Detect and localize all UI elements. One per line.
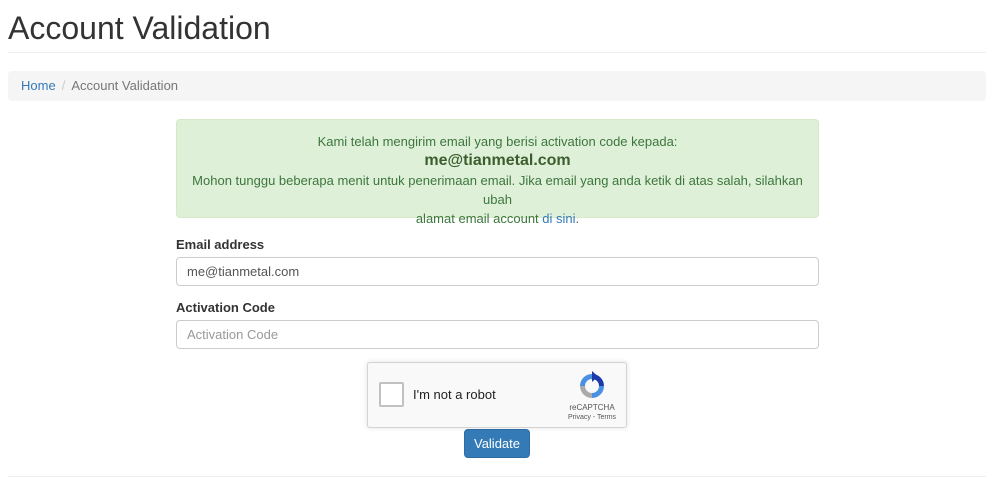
recaptcha-widget: I'm not a robot reCAPTCHA Privacy - Term… [367, 362, 627, 428]
breadcrumb-current: Account Validation [71, 78, 179, 93]
recaptcha-checkbox[interactable] [379, 382, 404, 407]
alert-change-suffix: . [575, 211, 580, 226]
recaptcha-privacy-link[interactable]: Privacy [568, 414, 591, 421]
email-label: Email address [176, 237, 265, 252]
recaptcha-brand: reCAPTCHA [569, 403, 615, 412]
success-alert: Kami telah mengirim email yang berisi ac… [176, 119, 819, 226]
bottom-divider [8, 476, 986, 477]
alert-email: me@tianmetal.com [424, 152, 571, 169]
breadcrumb-separator: / [61, 78, 66, 93]
recaptcha-logo-icon [580, 371, 604, 398]
recaptcha-terms-link[interactable]: Terms [597, 414, 616, 421]
change-email-link[interactable]: di sini [542, 211, 575, 226]
page: Account Validation Home / Account Validati… [0, 0, 1000, 484]
alert-line-wait: Mohon tunggu beberapa menit untuk peneri… [192, 173, 803, 207]
breadcrumb-home-link[interactable]: Home [21, 78, 56, 93]
alert-change-prefix: alamat email account [415, 211, 543, 226]
title-divider [8, 52, 986, 53]
recaptcha-label: I'm not a robot [413, 387, 496, 402]
recaptcha-links: Privacy - Terms [564, 414, 620, 421]
page-title: Account Validation [8, 10, 271, 46]
alert-line-change: alamat email account di sini. [177, 209, 818, 228]
email-input[interactable] [176, 257, 819, 286]
alert-line-sent: Kami telah mengirim email yang berisi ac… [317, 134, 678, 149]
activation-code-input[interactable] [176, 320, 819, 349]
activation-code-label: Activation Code [176, 300, 275, 315]
validate-button[interactable]: Validate [464, 429, 530, 458]
breadcrumb: Home / Account Validation [8, 71, 986, 101]
